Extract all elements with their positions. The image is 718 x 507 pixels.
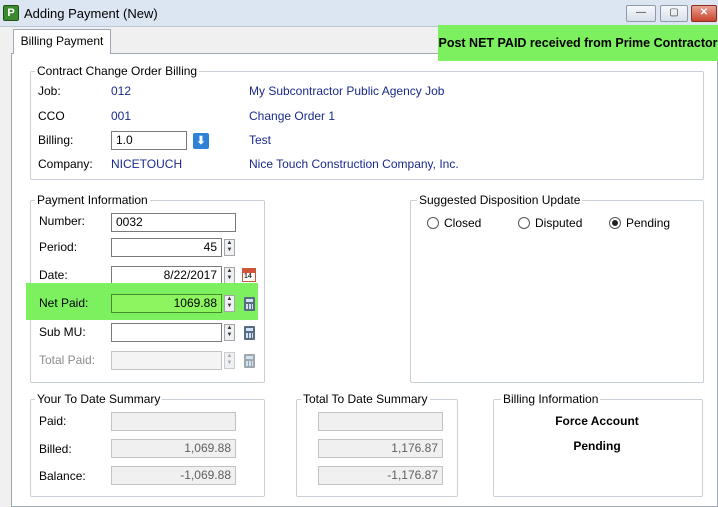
- radio-disputed[interactable]: [518, 217, 530, 229]
- period-spinner[interactable]: ▲ ▼: [224, 239, 235, 256]
- sub-mu-calculator-icon[interactable]: [244, 326, 255, 340]
- net-paid-label: Net Paid:: [39, 296, 89, 310]
- total-paid-input: [111, 351, 222, 370]
- payment-info-title: Payment Information: [35, 193, 150, 207]
- disposition-title: Suggested Disposition Update: [417, 193, 583, 207]
- instruction-callout: Post NET PAID received from Prime Contra…: [438, 25, 718, 61]
- your-billed-field: 1,069.88: [111, 439, 236, 458]
- billing-status: Pending: [573, 439, 621, 453]
- your-paid-label: Paid:: [39, 414, 67, 428]
- radio-pending[interactable]: [609, 217, 621, 229]
- window-title: Adding Payment (New): [24, 6, 158, 21]
- cco-code: 001: [111, 109, 132, 123]
- radio-pending-label[interactable]: Pending: [626, 216, 670, 230]
- date-spinner[interactable]: ▲ ▼: [224, 267, 235, 284]
- billing-input[interactable]: 1.0: [111, 131, 187, 150]
- total-billed-field: 1,176.87: [318, 439, 443, 458]
- billing-label: Billing:: [38, 133, 74, 147]
- your-balance-label: Balance:: [39, 469, 86, 483]
- total-paid-field: [318, 412, 443, 431]
- net-paid-input[interactable]: 1069.88: [111, 294, 222, 313]
- total-paid-calculator-icon: [244, 354, 255, 368]
- billing-desc: Test: [249, 133, 272, 147]
- cco-label: CCO: [38, 109, 65, 123]
- calendar-icon[interactable]: 14: [242, 268, 256, 282]
- total-paid-label: Total Paid:: [39, 353, 96, 367]
- radio-disputed-label[interactable]: Disputed: [535, 216, 582, 230]
- billing-lookup-button[interactable]: ⬇: [193, 133, 209, 149]
- company-code: NICETOUCH: [111, 157, 183, 171]
- job-label: Job:: [38, 84, 61, 98]
- cco-billing-title: Contract Change Order Billing: [35, 64, 200, 78]
- number-label: Number:: [39, 214, 86, 228]
- radio-closed[interactable]: [427, 217, 439, 229]
- billing-information-title: Billing Information: [501, 392, 601, 406]
- date-label: Date:: [39, 268, 68, 282]
- calendar-day: 14: [244, 273, 252, 280]
- close-button[interactable]: ✕: [691, 5, 717, 22]
- app-icon: P: [3, 5, 19, 21]
- period-label: Period:: [39, 240, 78, 254]
- your-billed-label: Billed:: [39, 442, 72, 456]
- sub-mu-input[interactable]: [111, 323, 222, 342]
- net-paid-spinner[interactable]: ▲ ▼: [224, 295, 235, 312]
- period-input[interactable]: 45: [111, 238, 222, 257]
- total-paid-spinner: ▲ ▼: [224, 352, 235, 369]
- job-name: My Subcontractor Public Agency Job: [249, 84, 445, 98]
- minimize-button[interactable]: —: [626, 5, 656, 22]
- total-to-date-title: Total To Date Summary: [301, 392, 430, 406]
- total-balance-field: -1,176.87: [318, 466, 443, 485]
- your-to-date-title: Your To Date Summary: [35, 392, 163, 406]
- sub-mu-spinner[interactable]: ▲ ▼: [224, 324, 235, 341]
- your-paid-field: [111, 412, 236, 431]
- number-input[interactable]: 0032: [111, 213, 236, 232]
- radio-closed-label[interactable]: Closed: [444, 216, 481, 230]
- company-name: Nice Touch Construction Company, Inc.: [249, 157, 459, 171]
- your-balance-field: -1,069.88: [111, 466, 236, 485]
- tab-billing-payment[interactable]: Billing Payment: [13, 29, 111, 54]
- calculator-icon[interactable]: [244, 297, 255, 311]
- cco-name: Change Order 1: [249, 109, 336, 123]
- job-code: 012: [111, 84, 132, 98]
- maximize-button[interactable]: ▢: [660, 5, 688, 22]
- company-label: Company:: [38, 157, 93, 171]
- billing-type: Force Account: [555, 414, 639, 428]
- sub-mu-label: Sub MU:: [39, 325, 86, 339]
